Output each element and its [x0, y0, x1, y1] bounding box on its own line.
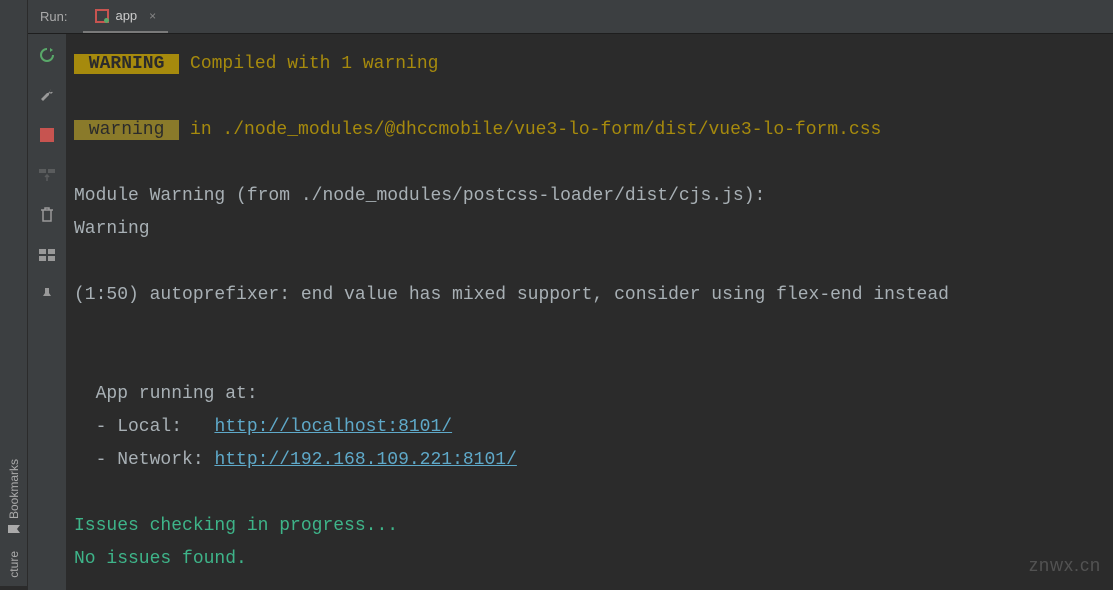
pin-button[interactable] [36, 284, 58, 306]
layout-icon [39, 167, 55, 183]
bookmark-icon [8, 524, 20, 534]
rerun-button[interactable] [36, 44, 58, 66]
watermark: znwx.cn [1029, 555, 1101, 576]
split-icon [39, 249, 55, 261]
bookmarks-tool[interactable]: Bookmarks [7, 451, 21, 543]
local-label: - Local: [74, 417, 214, 437]
top-bar: Run: app × [28, 0, 1113, 34]
stop-icon [40, 128, 54, 142]
warning-badge: WARNING [74, 54, 179, 74]
wrench-icon [38, 86, 56, 104]
left-rail: Bookmarks cture [0, 0, 28, 586]
delete-button[interactable] [36, 204, 58, 226]
pin-icon [40, 287, 54, 303]
main-area: Run: app × [28, 0, 1113, 586]
structure-tool[interactable]: cture [7, 543, 21, 586]
settings-button[interactable] [36, 84, 58, 106]
body: WARNING Compiled with 1 warning warning … [28, 34, 1113, 590]
run-config-icon [95, 9, 109, 23]
bookmarks-label: Bookmarks [7, 459, 21, 519]
trash-icon [40, 207, 54, 223]
layout-button[interactable] [36, 164, 58, 186]
tool-column [28, 34, 66, 590]
network-label: - Network: [74, 450, 214, 470]
network-link[interactable]: http://192.168.109.221:8101/ [214, 450, 516, 470]
no-issues: No issues found. [74, 549, 247, 569]
compiled-text: Compiled with 1 warning [179, 54, 438, 74]
tab-label: app [115, 8, 137, 23]
warning-word: Warning [74, 219, 150, 239]
autoprefixer-msg: (1:50) autoprefixer: end value has mixed… [74, 285, 949, 305]
stop-button[interactable] [36, 124, 58, 146]
local-link[interactable]: http://localhost:8101/ [214, 417, 452, 437]
module-warning: Module Warning (from ./node_modules/post… [74, 186, 765, 206]
warning-lc-badge: warning [74, 120, 179, 140]
issues-checking: Issues checking in progress... [74, 516, 398, 536]
running-at: App running at: [74, 384, 258, 404]
in-path: in ./node_modules/@dhccmobile/vue3-lo-fo… [179, 120, 881, 140]
close-tab-icon[interactable]: × [149, 9, 156, 23]
console-output[interactable]: WARNING Compiled with 1 warning warning … [66, 34, 1113, 590]
rerun-icon [38, 46, 56, 64]
split-button[interactable] [36, 244, 58, 266]
run-header: Run: [40, 9, 67, 24]
tab-app[interactable]: app × [83, 0, 168, 33]
structure-label: cture [7, 551, 21, 578]
